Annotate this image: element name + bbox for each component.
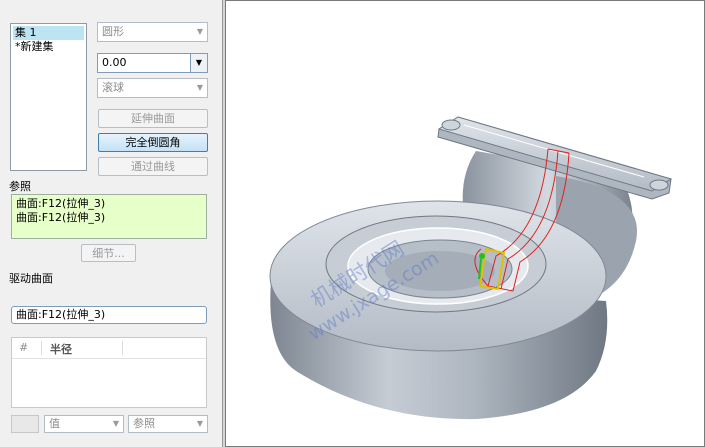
radius-value-input[interactable]: 0.00 ▼ [97, 53, 208, 73]
model-viewport[interactable]: 机械时代网 www.jxage.com [225, 0, 705, 447]
through-curve-button[interactable]: 通过曲线 [98, 157, 208, 176]
chevron-down-icon: ▼ [112, 419, 119, 428]
extend-surface-button[interactable]: 延伸曲面 [98, 109, 208, 128]
references-label: 参照 [9, 180, 31, 193]
set-item-1[interactable]: 集 1 [13, 26, 84, 40]
drive-surface-field[interactable]: 曲面:F12(拉伸_3) [11, 306, 207, 324]
reference-item[interactable]: 曲面:F12(拉伸_3) [16, 197, 202, 211]
bottom-swatch [11, 415, 39, 433]
radius-table[interactable]: # 半径 [11, 337, 207, 408]
chevron-down-icon: ▼ [196, 83, 203, 92]
reference-type-text: 参照 [133, 417, 155, 430]
model-canvas[interactable]: 机械时代网 www.jxage.com [226, 1, 704, 446]
chevron-down-icon[interactable]: ▼ [190, 54, 207, 72]
reference-type-select[interactable]: 参照 ▼ [128, 415, 208, 433]
radius-table-header: # 半径 [12, 338, 206, 359]
set-item-new[interactable]: *新建集 [11, 40, 86, 54]
fillet-settings-panel: 集 1 *新建集 圆形 ▼ 0.00 ▼ 滚球 ▼ 延伸曲面 完全倒圆角 通过曲… [0, 0, 222, 447]
method-select[interactable]: 滚球 ▼ [97, 78, 208, 98]
col-radius-header: 半径 [50, 343, 72, 356]
drag-handle[interactable] [479, 253, 485, 259]
reference-item[interactable]: 曲面:F12(拉伸_3) [16, 211, 202, 225]
set-list[interactable]: 集 1 *新建集 [10, 23, 87, 171]
value-type-select[interactable]: 值 ▼ [44, 415, 124, 433]
chevron-down-icon: ▼ [196, 419, 203, 428]
method-select-value: 滚球 [102, 81, 124, 94]
col-number-header: # [19, 341, 29, 354]
references-list[interactable]: 曲面:F12(拉伸_3) 曲面:F12(拉伸_3) [11, 194, 207, 239]
chevron-down-icon: ▼ [196, 27, 203, 36]
shape-select-value: 圆形 [102, 25, 124, 38]
full-round-button[interactable]: 完全倒圆角 [98, 133, 208, 152]
radius-value-text: 0.00 [102, 56, 127, 69]
drive-surface-label: 驱动曲面 [9, 272, 53, 285]
shape-select[interactable]: 圆形 ▼ [97, 22, 208, 42]
value-type-text: 值 [49, 417, 60, 430]
details-button[interactable]: 细节... [81, 244, 136, 262]
